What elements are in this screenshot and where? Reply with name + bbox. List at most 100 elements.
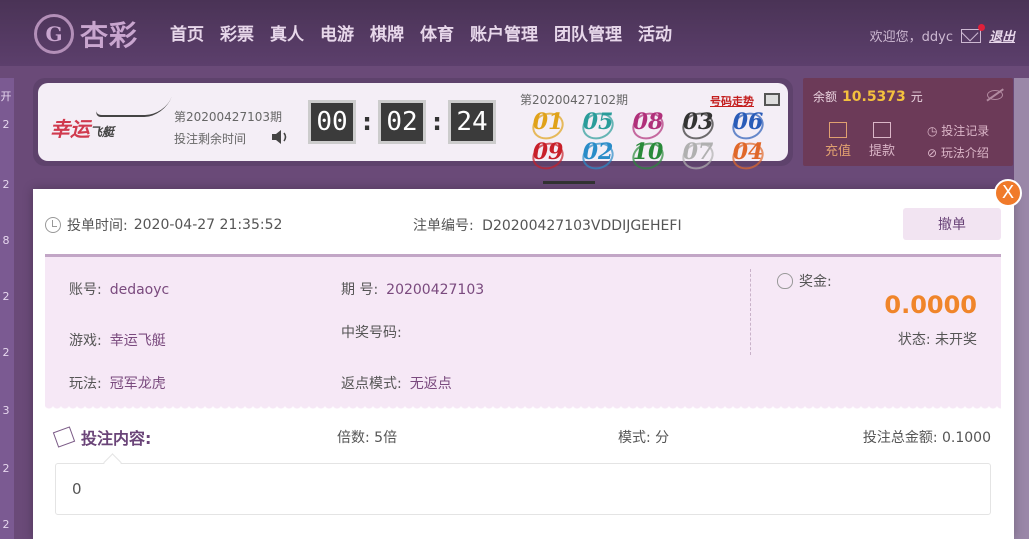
account-value: dedaoyc — [109, 282, 170, 298]
strip-label: 2 — [2, 346, 10, 359]
welcome-text: 欢迎您，ddyc — [869, 30, 953, 45]
order-number-label: 注单编号: — [413, 218, 474, 234]
bet-info-box: 账号: dedaoyc 期 号: 20200427103 游戏: 幸运飞艇 中奖号码:… — [45, 254, 1001, 412]
play-value: 冠军龙虎 — [109, 376, 166, 392]
right-background — [1014, 78, 1029, 539]
top-navbar: G 杏彩 首页 彩票 真人 电游 棋牌 体育 账户管理 团队管理 活动 欢迎您，… — [0, 0, 1029, 66]
clock-icon — [45, 217, 61, 233]
nav-events[interactable]: 活动 — [638, 20, 672, 45]
win-numbers-label: 中奖号码: — [341, 325, 402, 341]
bet-content-label: 投注内容: — [81, 429, 152, 448]
draw-result-balls: 01 05 08 03 06 09 02 10 07 04 — [528, 109, 778, 165]
nav-live[interactable]: 真人 — [270, 20, 304, 45]
period-label: 期 号: — [341, 282, 379, 298]
rebate-label: 返点模式: — [341, 376, 402, 392]
hide-balance-icon[interactable] — [987, 90, 1003, 100]
play-intro-link[interactable]: ⊘ 玩法介绍 — [927, 142, 989, 164]
countdown-seconds: 24 — [448, 100, 496, 144]
account-label: 账号: — [69, 282, 102, 298]
result-ball: 03 — [678, 109, 718, 135]
play-field: 玩法: 冠军龙虎 — [69, 373, 166, 393]
strip-label: 2 — [2, 518, 10, 531]
bet-content-heading: 投注内容: — [52, 425, 152, 449]
nav-lottery[interactable]: 彩票 — [220, 20, 254, 45]
lottery-header-panel: 幸运飞艇 第20200427103期 投注剩余时间 00 : 02 : 24 第… — [33, 78, 793, 166]
strip-label: 开 — [0, 90, 12, 103]
period-field: 期 号: 20200427103 — [341, 279, 484, 299]
result-ball: 01 — [528, 109, 568, 135]
strip-label: 3 — [2, 404, 10, 417]
recharge-label: 充值 — [825, 144, 852, 159]
play-label: 玩法: — [69, 376, 102, 392]
order-number-value: D20200427103VDDIJGEHEFI — [482, 218, 682, 234]
bet-time-value: 2020-04-27 21:35:52 — [133, 217, 283, 233]
balance-unit: 元 — [910, 90, 923, 104]
rebate-value: 无返点 — [409, 376, 452, 392]
game-label: 游戏: — [69, 333, 102, 349]
play-intro-label: 玩法介绍 — [940, 146, 989, 160]
logo-text: 杏彩 — [80, 19, 139, 52]
current-period-info: 第20200427103期 投注剩余时间 — [174, 106, 282, 150]
close-modal-button[interactable]: X — [994, 179, 1022, 207]
nav-account[interactable]: 账户管理 — [470, 20, 538, 45]
previous-period: 第20200427102期 — [520, 93, 628, 107]
result-ball: 02 — [578, 139, 618, 165]
bet-time: 投单时间: 2020-04-27 21:35:52 — [45, 215, 282, 235]
lottery-logo-main: 幸运 — [50, 117, 90, 141]
speaker-icon[interactable] — [270, 129, 290, 145]
bet-record-label: 投注记录 — [941, 124, 990, 138]
balance-amount: 10.5373 — [842, 88, 906, 105]
countdown-timer: 00 : 02 : 24 — [308, 100, 496, 144]
cancel-bet-button[interactable]: 撤单 — [903, 208, 1001, 240]
strip-label: 2 — [2, 290, 10, 303]
rebate-field: 返点模式: 无返点 — [341, 373, 452, 393]
prize-label: 奖金: — [799, 274, 832, 290]
period-value: 20200427103 — [386, 282, 485, 298]
logout-link[interactable]: 退出 — [989, 26, 1015, 45]
result-ball: 09 — [528, 139, 568, 165]
nav-chess[interactable]: 棋牌 — [370, 20, 404, 45]
result-ball: 06 — [728, 109, 768, 135]
draw-status: 状态: 未开奖 — [897, 332, 977, 348]
recharge-button[interactable]: 充值 — [825, 122, 851, 159]
nav-team[interactable]: 团队管理 — [554, 20, 622, 45]
site-logo[interactable]: G 杏彩 — [34, 14, 138, 54]
lottery-logo: 幸运飞艇 — [50, 113, 114, 142]
countdown-label: 投注剩余时间 — [174, 132, 247, 146]
game-value: 幸运飞艇 — [109, 333, 166, 349]
tab-indicator — [543, 181, 595, 184]
account-field: 账号: dedaoyc — [69, 279, 169, 299]
wallet-icon — [873, 122, 892, 138]
countdown-minutes: 02 — [378, 100, 426, 144]
lottery-logo-sub: 飞艇 — [90, 125, 115, 139]
main-nav: 首页 彩票 真人 电游 棋牌 体育 账户管理 团队管理 活动 — [170, 20, 688, 45]
nav-sports[interactable]: 体育 — [420, 20, 454, 45]
order-number: 注单编号: D20200427103VDDIJGEHEFI — [413, 215, 682, 235]
logo-mark-icon: G — [34, 14, 74, 54]
prize-label-row: 奖金: — [777, 271, 832, 291]
result-ball: 07 — [678, 139, 718, 165]
ticket-icon — [52, 426, 76, 448]
bet-record-link[interactable]: ◷ 投注记录 — [927, 120, 989, 142]
money-bag-icon — [777, 273, 793, 289]
bet-summary-row: 投注内容: 倍数: 5倍 模式: 分 投注总金额: 0.1000 — [52, 425, 991, 449]
unread-dot — [977, 23, 985, 31]
balance-label: 余额 — [813, 90, 838, 104]
withdraw-label: 提款 — [869, 144, 896, 159]
trend-chart-icon[interactable] — [764, 93, 780, 106]
bet-detail-modal: 投单时间: 2020-04-27 21:35:52 注单编号: D2020042… — [33, 189, 1014, 539]
nav-home[interactable]: 首页 — [170, 20, 204, 45]
result-ball: 05 — [578, 109, 618, 135]
withdraw-button[interactable]: 提款 — [869, 122, 895, 159]
multiplier: 倍数: 5倍 — [337, 430, 398, 446]
left-sidebar-strip: 开 2 2 8 2 2 3 2 2 — [0, 78, 14, 539]
strip-label: 8 — [2, 234, 10, 247]
bet-time-label: 投单时间: — [67, 218, 128, 234]
mail-icon[interactable] — [960, 23, 985, 43]
nav-slots[interactable]: 电游 — [320, 20, 354, 45]
win-numbers-field: 中奖号码: — [341, 322, 402, 342]
strip-label: 2 — [2, 118, 10, 131]
bet-content-box: 0 — [55, 463, 991, 515]
number-trend-link[interactable]: 号码走势 — [710, 93, 754, 109]
strip-label: 2 — [2, 462, 10, 475]
